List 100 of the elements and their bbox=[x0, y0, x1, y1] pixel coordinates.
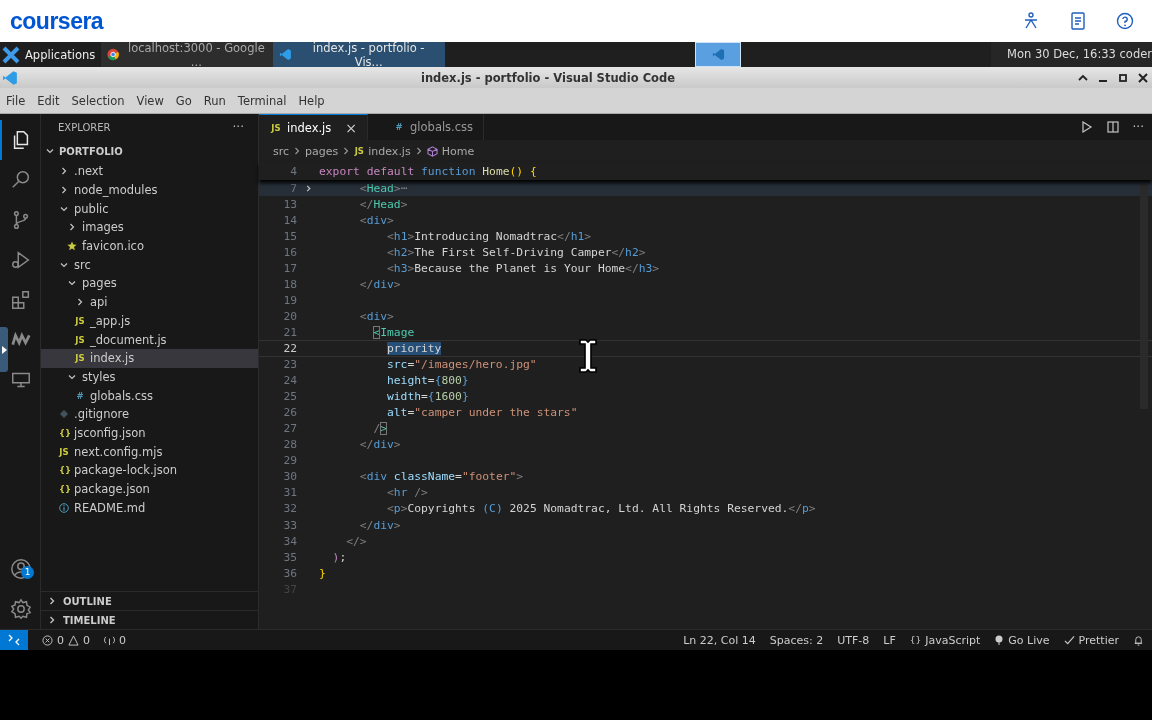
menu-item[interactable]: Selection bbox=[65, 93, 131, 108]
status-item[interactable]: Prettier bbox=[1063, 633, 1119, 647]
folder-item[interactable]: node_modules bbox=[41, 180, 258, 200]
scrollbar[interactable] bbox=[1140, 184, 1148, 409]
css-file-icon: # bbox=[394, 122, 405, 132]
status-item[interactable]: LF bbox=[883, 633, 896, 647]
chevron-right-icon bbox=[59, 166, 69, 177]
cube-icon bbox=[426, 145, 438, 157]
explorer-entry[interactable]: {} package-lock.json bbox=[41, 461, 258, 480]
text-cursor-icon bbox=[577, 338, 599, 374]
extensions-icon[interactable] bbox=[10, 289, 32, 311]
explorer-entry[interactable]: JS _document.js bbox=[41, 330, 258, 349]
json-file-icon: {} bbox=[59, 465, 69, 476]
coursera-logo[interactable]: coursera bbox=[10, 7, 104, 35]
check-icon bbox=[1063, 635, 1075, 645]
code-line: <h2>The First Self-Driving Camper</h2> bbox=[386, 245, 646, 259]
explorer-entry[interactable]: JS next.config.mjs bbox=[41, 442, 258, 461]
code-line: alt="camper under the stars" bbox=[386, 406, 578, 420]
line-number: 16 bbox=[282, 245, 297, 259]
menu-item[interactable]: Help bbox=[292, 93, 331, 108]
line-number: 21 bbox=[282, 325, 297, 339]
run-icon[interactable] bbox=[1080, 121, 1093, 133]
more-actions-icon[interactable]: ··· bbox=[1132, 120, 1144, 134]
css-file-icon: # bbox=[75, 390, 85, 401]
taskbar-button[interactable]: index.js - portfolio - Vis... bbox=[273, 42, 446, 67]
folder-header[interactable]: PORTFOLIO bbox=[41, 140, 258, 162]
accessibility-icon[interactable] bbox=[1022, 12, 1040, 30]
run-debug-icon[interactable] bbox=[10, 249, 32, 271]
explorer-entry[interactable]: JS _app.js bbox=[41, 311, 258, 331]
explorer-entry[interactable]: {} jsconfig.json bbox=[41, 423, 258, 443]
folder-item[interactable]: public bbox=[41, 199, 258, 219]
sidebar-title: EXPLORER bbox=[58, 121, 111, 133]
explorer-entry[interactable]: JS index.js bbox=[41, 348, 258, 368]
code-line: <div className="footer"> bbox=[358, 470, 524, 484]
chevron-right-icon bbox=[67, 222, 77, 233]
menu-item[interactable]: View bbox=[130, 93, 170, 108]
panel-section-header[interactable]: OUTLINE bbox=[41, 591, 258, 610]
breadcrumb-item[interactable]: src bbox=[273, 144, 290, 158]
search-icon[interactable] bbox=[10, 169, 32, 191]
menu-item[interactable]: Go bbox=[169, 93, 198, 108]
recorder-handle[interactable] bbox=[0, 327, 8, 372]
folder-item[interactable]: .next bbox=[41, 162, 258, 181]
more-actions-icon[interactable]: ··· bbox=[232, 120, 244, 134]
line-number: 26 bbox=[282, 406, 297, 420]
status-item[interactable]: Spaces: 2 bbox=[769, 633, 824, 647]
breadcrumb-item[interactable]: Home bbox=[426, 144, 475, 158]
line-number: 30 bbox=[282, 470, 297, 484]
status-item[interactable]: Go Live bbox=[994, 633, 1050, 647]
js-file-icon: JS bbox=[75, 315, 85, 326]
breadcrumb-item[interactable]: pages bbox=[305, 144, 339, 158]
line-number: 15 bbox=[282, 229, 297, 243]
line-number: 32 bbox=[282, 502, 297, 516]
editor-tab[interactable]: JS index.js × bbox=[259, 114, 369, 140]
help-icon[interactable] bbox=[1116, 12, 1134, 30]
line-number: 24 bbox=[282, 374, 297, 388]
line-number: 13 bbox=[282, 197, 297, 211]
ports-indicator[interactable]: 0 bbox=[104, 633, 126, 647]
folder-item[interactable]: api bbox=[41, 292, 258, 312]
broadcast-icon bbox=[994, 635, 1005, 645]
clock: Mon 30 Dec, 16:33 coder bbox=[991, 42, 1152, 67]
line-number: 7 bbox=[289, 181, 297, 195]
menu-item[interactable]: Edit bbox=[31, 93, 66, 108]
split-editor-icon[interactable] bbox=[1106, 121, 1119, 133]
close-icon[interactable] bbox=[1138, 72, 1148, 83]
menu-item[interactable]: Run bbox=[197, 93, 232, 108]
status-item[interactable]: UTF-8 bbox=[837, 633, 870, 647]
breadcrumb-item[interactable]: JS index.js bbox=[354, 144, 411, 158]
close-tab-icon[interactable]: × bbox=[345, 119, 358, 136]
taskbar-button[interactable]: localhost:3000 - Google ... bbox=[101, 42, 274, 67]
js-file-icon: JS bbox=[75, 334, 85, 345]
menu-item[interactable]: Terminal bbox=[231, 93, 293, 108]
explorer-entry[interactable]: README.md bbox=[41, 498, 258, 518]
bell-icon[interactable] bbox=[1133, 634, 1144, 646]
applications-menu[interactable]: Applications bbox=[0, 42, 102, 67]
status-item[interactable]: {} JavaScript bbox=[909, 633, 981, 647]
problems-indicator[interactable]: 0 0 bbox=[42, 633, 90, 647]
explorer-entry[interactable]: {} package.json bbox=[41, 479, 258, 499]
folder-item[interactable]: styles bbox=[41, 367, 258, 387]
explorer-entry[interactable]: .gitignore bbox=[41, 404, 258, 424]
chevron-right-icon bbox=[414, 146, 423, 156]
code-line: </div> bbox=[358, 438, 401, 452]
folder-item[interactable]: src bbox=[41, 255, 258, 275]
line-number: 33 bbox=[282, 518, 297, 532]
shade-icon[interactable] bbox=[1078, 72, 1088, 83]
code-line: </div> bbox=[358, 518, 401, 532]
remote-icon[interactable] bbox=[0, 630, 28, 650]
menu-item[interactable]: File bbox=[0, 93, 32, 108]
maximize-icon[interactable] bbox=[1118, 72, 1128, 83]
js-file-icon: JS bbox=[75, 353, 85, 364]
explorer-entry[interactable]: # globals.css bbox=[41, 386, 258, 405]
folder-item[interactable]: pages bbox=[41, 274, 258, 293]
settings-icon[interactable] bbox=[10, 598, 32, 620]
chevron-right-icon bbox=[293, 146, 302, 156]
folder-item[interactable]: images bbox=[41, 218, 258, 237]
json-file-icon: {} bbox=[59, 427, 69, 438]
status-item[interactable]: Ln 22, Col 14 bbox=[683, 633, 756, 647]
explorer-entry[interactable]: favicon.ico bbox=[41, 236, 258, 256]
code-line: <div> bbox=[358, 309, 394, 323]
workspace-button[interactable] bbox=[695, 42, 742, 67]
notes-icon[interactable] bbox=[1070, 12, 1086, 30]
